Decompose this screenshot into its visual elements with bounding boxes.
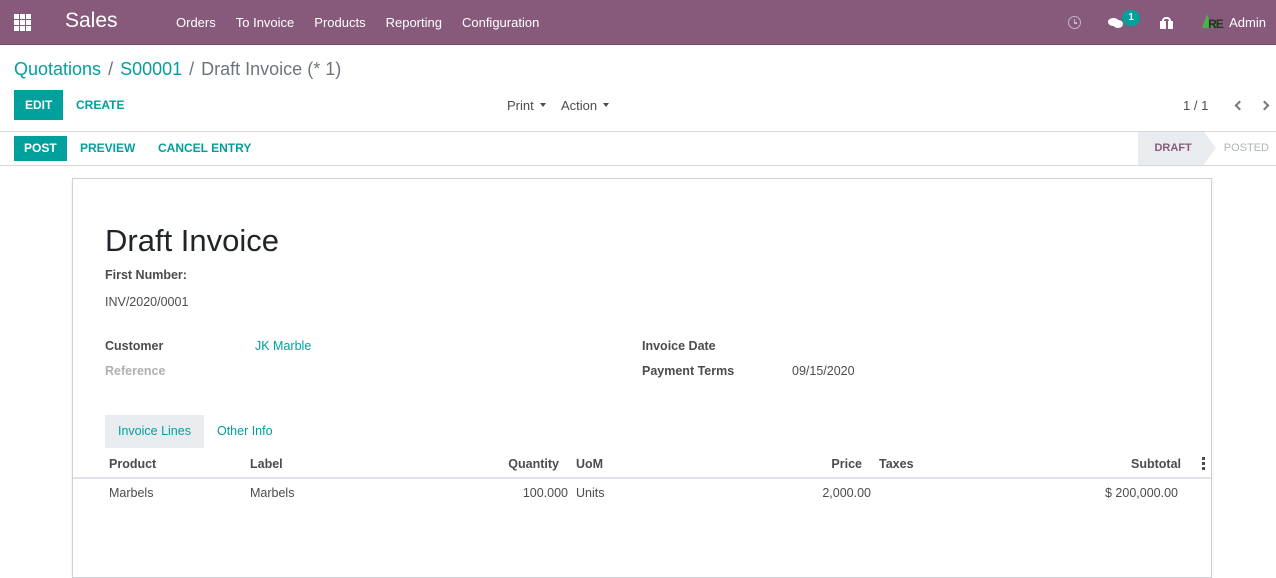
payment-terms-label: Payment Terms <box>642 364 735 378</box>
print-dropdown[interactable]: Print <box>507 98 546 113</box>
caret-down-icon <box>539 103 546 107</box>
menu-item-configuration[interactable]: Configuration <box>452 0 549 45</box>
message-count-badge: 1 <box>1122 10 1141 26</box>
cell-label: Marbels <box>250 486 295 500</box>
print-label: Print <box>507 98 534 113</box>
breadcrumb-order[interactable]: S00001 <box>120 59 182 80</box>
chevron-right-icon <box>1259 100 1270 110</box>
action-label: Action <box>561 98 598 113</box>
cell-subtotal: $ 200,000.00 <box>1105 486 1178 500</box>
cell-uom: Units <box>576 486 605 500</box>
main-menu: Orders To Invoice Products Reporting Con… <box>166 0 549 45</box>
post-button[interactable]: POST <box>14 136 67 161</box>
status-step-draft: DRAFT <box>1138 132 1217 165</box>
action-dropdown[interactable]: Action <box>561 98 610 113</box>
column-subtotal[interactable]: Subtotal <box>1053 449 1181 479</box>
chevron-left-icon <box>1234 100 1245 110</box>
column-price[interactable]: Price <box>753 449 862 479</box>
messaging-button[interactable]: 1 <box>1098 0 1150 45</box>
invoice-date-label: Invoice Date <box>642 339 716 353</box>
column-taxes[interactable]: Taxes <box>879 449 914 479</box>
status-bar: POST PREVIEW CANCEL ENTRY DRAFT POSTED <box>0 132 1276 166</box>
gift-icon <box>1160 16 1174 29</box>
pager-previous-button[interactable] <box>1228 95 1248 115</box>
cell-quantity: 100.000 <box>522 486 568 500</box>
optional-columns-icon[interactable] <box>1202 457 1205 470</box>
tab-other-info[interactable]: Other Info <box>204 415 286 448</box>
customer-value[interactable]: JK Marble <box>255 339 311 353</box>
breadcrumb-separator: / <box>108 59 114 79</box>
app-name[interactable]: Sales <box>65 9 118 33</box>
first-number-label: First Number: <box>105 268 187 282</box>
column-label[interactable]: Label <box>250 449 283 479</box>
user-menu[interactable]: RE Admin <box>1193 0 1276 45</box>
clock-icon <box>1068 16 1082 29</box>
notebook-tabs: Invoice Lines Other Info <box>105 415 286 448</box>
breadcrumb-separator: / <box>189 59 195 79</box>
create-button[interactable]: CREATE <box>76 90 124 120</box>
breadcrumb: Quotations / S00001 / Draft Invoice (* 1… <box>14 59 341 80</box>
cancel-entry-button[interactable]: CANCEL ENTRY <box>158 136 251 161</box>
apps-grid-icon[interactable] <box>14 14 31 31</box>
cell-product: Marbels <box>109 486 154 500</box>
column-quantity[interactable]: Quantity <box>453 449 559 479</box>
invoice-title: Draft Invoice <box>105 223 280 258</box>
cell-price: 2,000.00 <box>822 486 871 500</box>
user-name: Admin <box>1229 15 1266 30</box>
tab-invoice-lines[interactable]: Invoice Lines <box>105 415 204 448</box>
breadcrumb-current: Draft Invoice (* 1) <box>201 59 342 79</box>
column-uom[interactable]: UoM <box>576 449 603 479</box>
menu-item-to-invoice[interactable]: To Invoice <box>226 0 305 45</box>
reference-label: Reference <box>105 364 166 378</box>
systray: 1 RE Admin <box>1058 0 1276 45</box>
pager-value[interactable]: 1 / 1 <box>1183 98 1208 113</box>
gift-button[interactable] <box>1150 0 1193 45</box>
preview-button[interactable]: PREVIEW <box>80 136 135 161</box>
menu-item-orders[interactable]: Orders <box>166 0 226 45</box>
invoice-sheet: Draft Invoice First Number: INV/2020/000… <box>72 178 1212 578</box>
menu-item-reporting[interactable]: Reporting <box>376 0 452 45</box>
status-steps: DRAFT POSTED <box>1138 132 1276 165</box>
control-panel: Quotations / S00001 / Draft Invoice (* 1… <box>0 45 1276 132</box>
edit-button[interactable]: EDIT <box>14 90 64 120</box>
payment-terms-value: 09/15/2020 <box>792 364 855 378</box>
activity-button[interactable] <box>1058 0 1098 45</box>
table-row[interactable]: Marbels Marbels 100.000 Units 2,000.00 $… <box>73 479 1211 507</box>
table-header: Product Label Quantity UoM Price Taxes S… <box>73 449 1211 479</box>
top-navbar: Sales Orders To Invoice Products Reporti… <box>0 0 1276 45</box>
caret-down-icon <box>603 103 610 107</box>
first-number-value: INV/2020/0001 <box>105 295 189 309</box>
column-product[interactable]: Product <box>109 449 156 479</box>
pager-next-button[interactable] <box>1256 95 1276 115</box>
invoice-lines-table: Product Label Quantity UoM Price Taxes S… <box>73 449 1211 507</box>
avatar: RE <box>1201 11 1225 35</box>
customer-label: Customer <box>105 339 164 353</box>
breadcrumb-quotations[interactable]: Quotations <box>14 59 101 80</box>
menu-item-products[interactable]: Products <box>304 0 375 45</box>
